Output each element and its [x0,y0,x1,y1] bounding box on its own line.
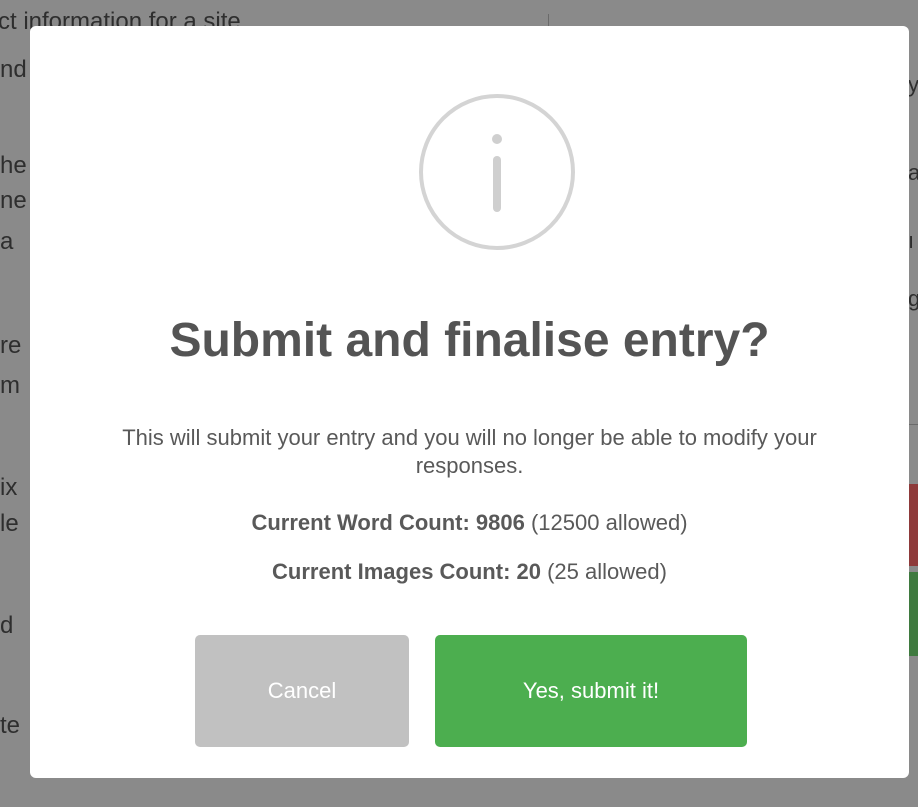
background-text: te [0,712,21,739]
background-text: a [908,160,918,185]
background-text: nd [0,56,27,83]
word-count-allowed: (12500 allowed) [530,510,688,535]
word-count-line: Current Word Count: 9806 (12500 allowed) [30,509,909,537]
word-count-label: Current Word Count: 9806 [251,510,525,535]
background-text: d [0,612,14,639]
cancel-button[interactable]: Cancel [195,635,409,747]
background-text: a [0,228,14,255]
info-circle-icon [419,94,575,250]
dialog-actions: Cancel Yes, submit it! [30,635,909,747]
confirm-dialog: Submit and finalise entry? This will sub… [30,26,909,778]
images-count-allowed: (25 allowed) [547,559,667,584]
background-text: m [0,372,20,399]
background-text: ne [0,187,27,214]
images-count-label: Current Images Count: 20 [272,559,541,584]
background-text: he [0,152,27,179]
background-text: le [0,510,19,537]
background-text: ix [0,474,18,501]
background-text: y [908,72,918,97]
confirm-submit-button[interactable]: Yes, submit it! [435,635,747,747]
background-text: g [908,286,918,311]
background-text: re [0,332,22,359]
background-button [908,484,918,566]
dialog-title: Submit and finalise entry? [169,314,770,367]
background-divider [908,424,918,425]
dialog-message: This will submit your entry and you will… [122,425,817,478]
images-count-line: Current Images Count: 20 (25 allowed) [30,558,909,586]
background-button [908,572,918,656]
